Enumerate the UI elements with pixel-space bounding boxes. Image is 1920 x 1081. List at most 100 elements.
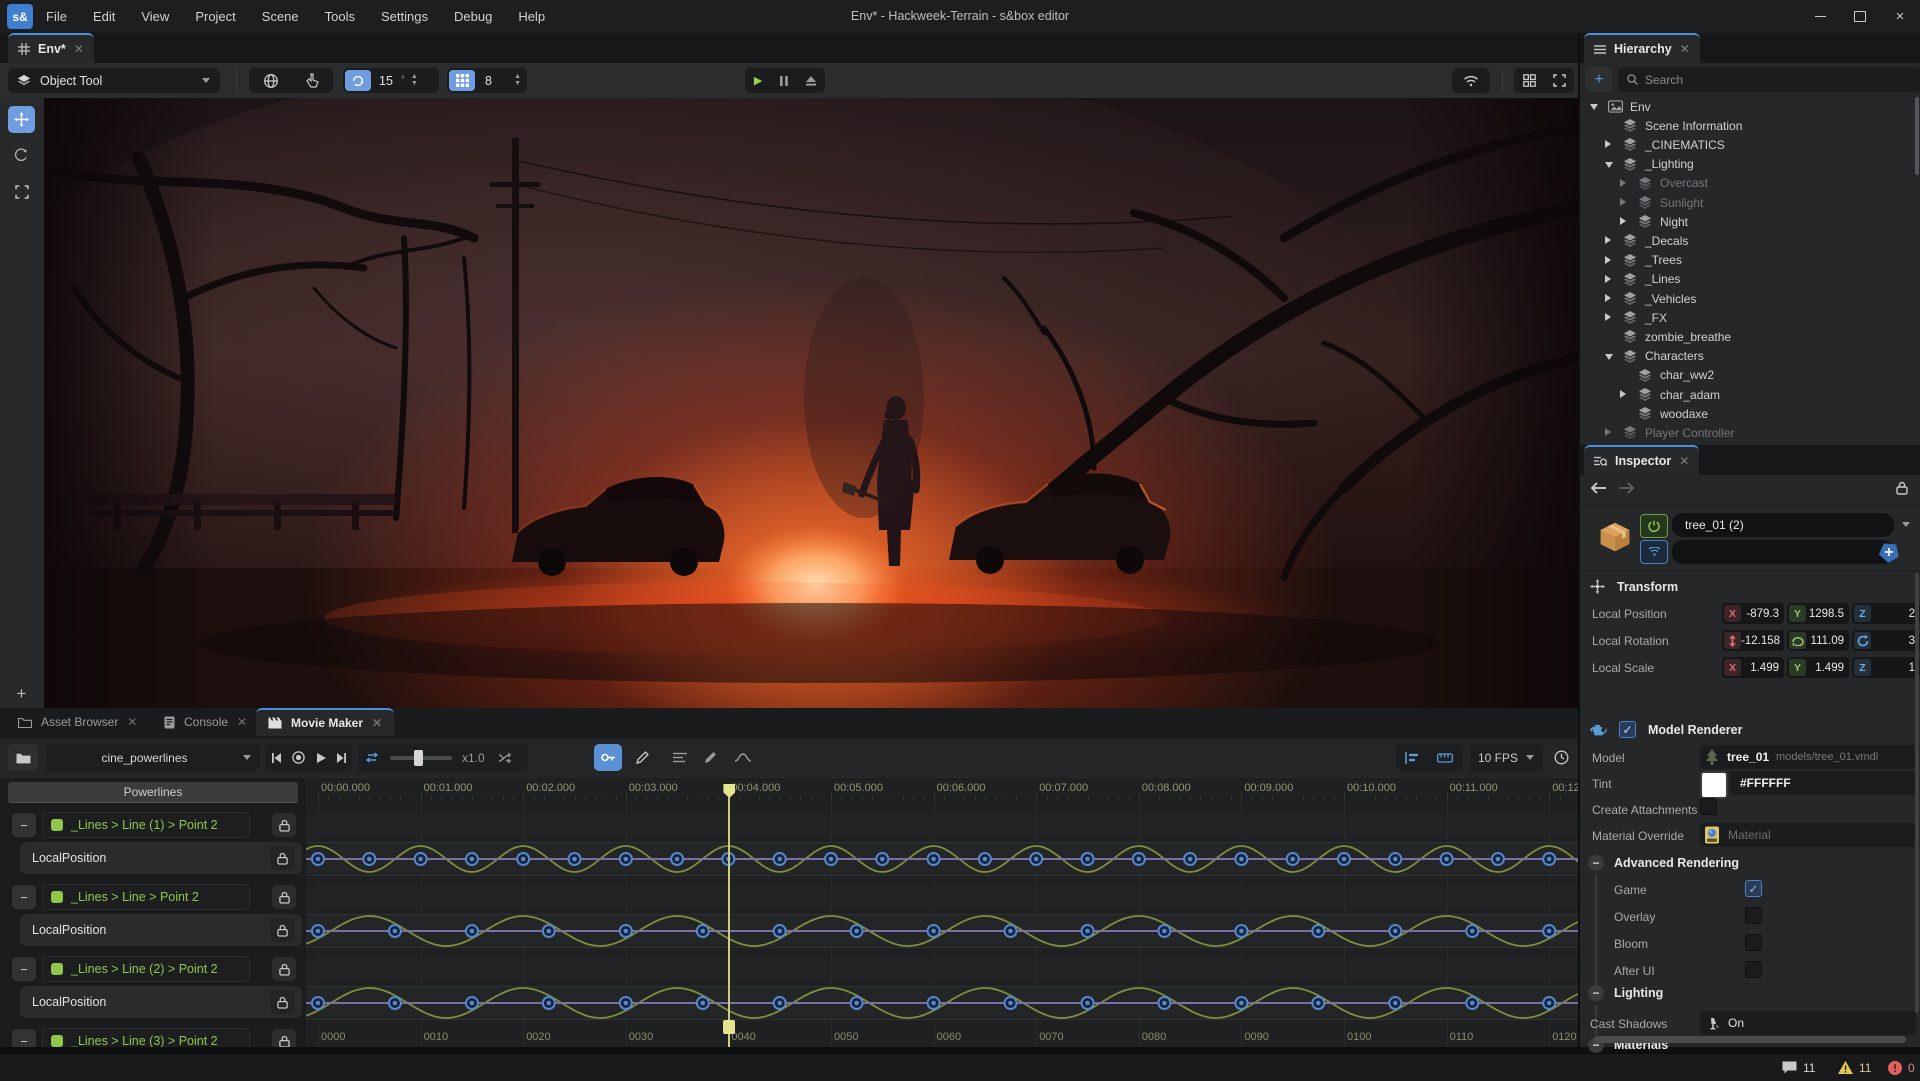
hierarchy-item[interactable]: char_ww2 xyxy=(1580,366,1916,385)
grid-snap-button[interactable] xyxy=(449,70,475,91)
skip-end-icon[interactable] xyxy=(337,753,346,763)
track-target-field[interactable]: _Lines > Line (1) > Point 2 xyxy=(42,812,250,838)
clip-folder-button[interactable] xyxy=(8,744,38,771)
track-list-icon[interactable] xyxy=(673,752,687,763)
shuffle-icon[interactable] xyxy=(498,752,511,764)
tree-expand-arrow[interactable] xyxy=(1605,256,1611,264)
inspector-scrollbar[interactable] xyxy=(1915,573,1919,1013)
collapse-icon[interactable]: − xyxy=(1588,985,1604,1001)
tree-expand-arrow[interactable] xyxy=(1605,294,1611,302)
track-group-header[interactable]: Powerlines xyxy=(8,782,298,803)
tab-inspector[interactable]: Inspector ✕ xyxy=(1584,445,1699,475)
tab-asset-browser[interactable]: Asset Browser ✕ xyxy=(6,708,149,736)
fullscreen-icon[interactable] xyxy=(1553,74,1566,87)
transform-y-field[interactable]: Y1298.5 xyxy=(1787,603,1849,624)
add-gameobject-button[interactable]: + xyxy=(1586,67,1612,92)
rotation-spinner[interactable]: ▲▼ xyxy=(411,74,418,87)
tree-expand-arrow[interactable] xyxy=(1605,140,1611,148)
hierarchy-item[interactable]: zombie_breathe xyxy=(1580,327,1916,346)
messages-status[interactable]: 11 xyxy=(1782,1054,1815,1081)
tree-expand-arrow[interactable] xyxy=(1620,198,1626,206)
expand-tool-button[interactable] xyxy=(8,178,35,205)
lock-icon[interactable] xyxy=(1896,481,1908,495)
close-tab-icon[interactable]: ✕ xyxy=(1679,454,1689,468)
hierarchy-item[interactable]: Env xyxy=(1580,97,1916,116)
hierarchy-item[interactable]: char_adam xyxy=(1580,385,1916,404)
lock-icon[interactable] xyxy=(272,813,296,837)
track-group-row[interactable]: − _Lines > Line (1) > Point 2 xyxy=(0,812,306,838)
option-checkbox[interactable] xyxy=(1745,961,1762,978)
tree-expand-arrow[interactable] xyxy=(1605,428,1611,436)
tint-value-field[interactable]: #FFFFFF xyxy=(1730,771,1916,795)
curve-lane[interactable] xyxy=(306,986,1578,1020)
option-checkbox[interactable] xyxy=(1745,907,1762,924)
transform-z-field[interactable]: Z1 xyxy=(1852,657,1920,678)
pencil-button[interactable] xyxy=(628,744,656,771)
hierarchy-search-input[interactable]: Search xyxy=(1618,67,1920,92)
close-tab-icon[interactable]: ✕ xyxy=(237,715,247,729)
timeline[interactable]: 00:00.000000000:01.000001000:02.00000200… xyxy=(306,778,1578,1047)
rotation-snap-value[interactable]: 15 xyxy=(379,74,393,88)
close-tab-icon[interactable]: ✕ xyxy=(127,715,137,729)
transform-z-field[interactable]: Z2 xyxy=(1852,603,1920,624)
close-button[interactable]: × xyxy=(1880,0,1920,33)
hierarchy-item[interactable]: Sunlight xyxy=(1580,193,1916,212)
tags-field[interactable] xyxy=(1672,540,1894,564)
grid-spinner[interactable]: ▲▼ xyxy=(514,74,521,87)
errors-status[interactable]: 0 xyxy=(1888,1054,1915,1081)
layout-grid-icon[interactable] xyxy=(1523,74,1536,87)
dope-sheet-icon[interactable] xyxy=(704,751,717,764)
track-property-row[interactable]: LocalPosition xyxy=(20,914,302,946)
track-group-row[interactable]: − _Lines > Line > Point 2 xyxy=(0,884,306,910)
playhead-bottom-handle[interactable] xyxy=(723,1020,735,1034)
slider-handle[interactable] xyxy=(414,750,423,766)
option-checkbox[interactable]: ✓ xyxy=(1745,880,1762,897)
transform-x-field[interactable]: -12.158 xyxy=(1722,630,1784,651)
lock-icon[interactable] xyxy=(272,957,296,981)
hierarchy-item[interactable]: Player Controller xyxy=(1580,423,1916,442)
close-tab-icon[interactable]: ✕ xyxy=(1680,42,1690,56)
add-object-button[interactable]: + xyxy=(8,680,35,707)
back-arrow-icon[interactable] xyxy=(1590,481,1607,495)
fps-dropdown[interactable]: 10 FPS xyxy=(1470,744,1542,771)
inspector-hscrollbar[interactable] xyxy=(1594,1036,1906,1043)
menu-view[interactable]: View xyxy=(128,0,182,33)
hierarchy-item[interactable]: Night xyxy=(1580,212,1916,231)
hierarchy-item[interactable]: _Vehicles xyxy=(1580,289,1916,308)
transform-header[interactable]: Transform xyxy=(1590,579,1678,594)
track-target-field[interactable]: _Lines > Line (2) > Point 2 xyxy=(42,956,250,982)
collapse-track-button[interactable]: − xyxy=(12,957,36,981)
skip-start-icon[interactable] xyxy=(272,753,281,763)
menu-edit[interactable]: Edit xyxy=(80,0,128,33)
hierarchy-item[interactable]: woodaxe xyxy=(1580,404,1916,423)
menu-project[interactable]: Project xyxy=(182,0,248,33)
warnings-status[interactable]: 11 xyxy=(1838,1054,1871,1081)
transform-x-field[interactable]: X-879.3 xyxy=(1722,603,1784,624)
menu-file[interactable]: File xyxy=(33,0,80,33)
object-name-field[interactable]: tree_01 (2) xyxy=(1672,513,1894,537)
menu-scene[interactable]: Scene xyxy=(249,0,312,33)
close-tab-icon[interactable]: ✕ xyxy=(372,716,382,730)
world-icon[interactable] xyxy=(263,73,279,89)
hierarchy-item[interactable]: _Lines xyxy=(1580,270,1916,289)
lock-icon[interactable] xyxy=(270,846,294,870)
menu-settings[interactable]: Settings xyxy=(368,0,441,33)
hierarchy-item[interactable]: _Trees xyxy=(1580,251,1916,270)
grid-snap-value[interactable]: 8 xyxy=(485,74,492,88)
tab-movie-maker[interactable]: Movie Maker ✕ xyxy=(256,708,394,736)
tab-hierarchy[interactable]: Hierarchy ✕ xyxy=(1584,33,1700,63)
network-button[interactable] xyxy=(1452,68,1490,93)
model-field[interactable]: tree_01 models/tree_01.vmdl xyxy=(1700,745,1916,769)
hierarchy-item[interactable]: _CINEMATICS xyxy=(1580,135,1916,154)
lock-icon[interactable] xyxy=(272,885,296,909)
lock-icon[interactable] xyxy=(270,918,294,942)
tree-expand-arrow[interactable] xyxy=(1605,313,1611,321)
lighting-header[interactable]: − Lighting xyxy=(1588,985,1663,1001)
material-override-field[interactable]: Material xyxy=(1700,823,1916,847)
eject-icon[interactable] xyxy=(806,76,816,86)
hierarchy-scrollbar[interactable] xyxy=(1915,97,1919,175)
playhead[interactable] xyxy=(728,786,730,1047)
loop-icon[interactable] xyxy=(365,752,379,763)
keyframe-record-button[interactable] xyxy=(594,744,622,771)
pointer-snap-icon[interactable] xyxy=(306,73,319,88)
